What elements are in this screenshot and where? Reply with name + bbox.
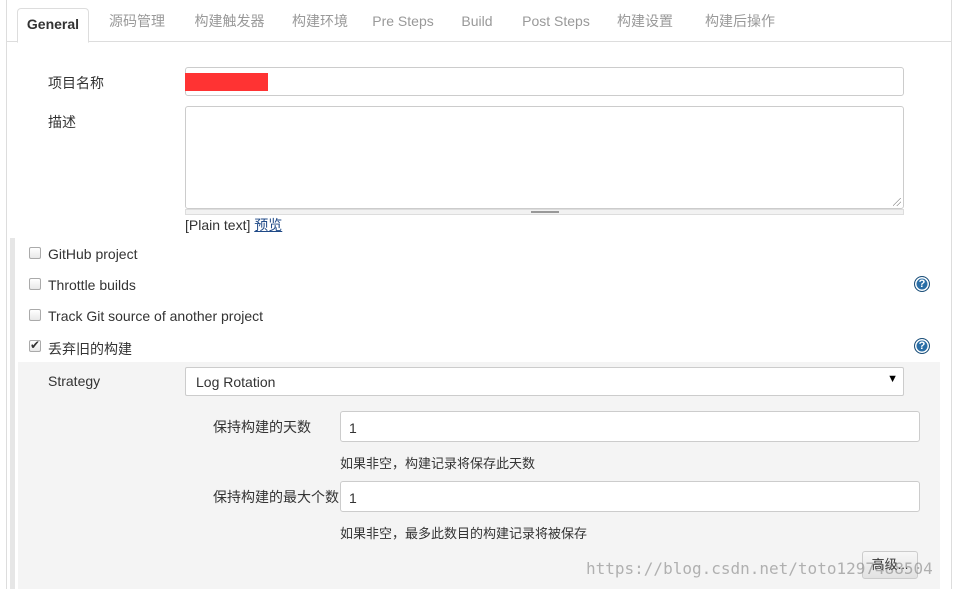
tab-bar: General 源码管理 构建触发器 构建环境 Pre Steps Build … <box>7 0 951 43</box>
help-icon[interactable]: ? <box>914 338 930 354</box>
github-project-label: GitHub project <box>48 246 138 262</box>
project-name-label: 项目名称 <box>48 75 104 91</box>
strategy-label: Strategy <box>48 373 101 389</box>
track-git-source-label: Track Git source of another project <box>48 308 264 324</box>
description-label: 描述 <box>48 114 76 130</box>
throttle-builds-label: Throttle builds <box>48 277 136 293</box>
track-git-source-checkbox[interactable] <box>29 309 41 321</box>
section-indent-bar <box>10 238 15 589</box>
help-icon[interactable]: ? <box>914 276 930 292</box>
discard-old-builds-label: 丢弃旧的构建 <box>48 341 132 357</box>
watermark-text: https://blog.csdn.net/toto1297488504 <box>586 559 933 578</box>
tab-build[interactable]: Build <box>453 8 501 34</box>
tab-general[interactable]: General <box>17 8 89 43</box>
days-to-keep-label: 保持构建的天数 <box>213 419 311 435</box>
strategy-selected-value: Log Rotation <box>196 374 276 390</box>
tab-post-build-actions[interactable]: 构建后操作 <box>695 8 785 34</box>
max-builds-value: 1 <box>349 490 357 506</box>
textarea-resize-grip[interactable] <box>185 209 904 215</box>
days-to-keep-input[interactable]: 1 <box>340 411 920 442</box>
max-builds-label: 保持构建的最大个数 <box>213 489 339 505</box>
preview-link[interactable]: 预览 <box>254 217 282 233</box>
plain-text-label: [Plain text] <box>185 217 251 233</box>
tab-build-settings[interactable]: 构建设置 <box>610 8 680 34</box>
github-project-checkbox[interactable] <box>29 247 41 259</box>
discard-old-builds-checkbox[interactable]: ✔ <box>29 338 41 352</box>
discard-settings-panel <box>18 362 940 589</box>
days-to-keep-hint: 如果非空，构建记录将保存此天数 <box>340 456 536 471</box>
checkmark-icon: ✔ <box>30 338 41 352</box>
max-builds-hint: 如果非空，最多此数目的构建记录将被保存 <box>340 526 588 541</box>
tab-pre-steps[interactable]: Pre Steps <box>367 8 439 34</box>
tab-build-environment[interactable]: 构建环境 <box>285 8 355 34</box>
throttle-builds-checkbox[interactable] <box>29 278 41 290</box>
days-to-keep-value: 1 <box>349 420 357 436</box>
resize-corner-icon[interactable] <box>893 198 901 206</box>
grip-handle-icon <box>531 211 559 213</box>
dropdown-arrow-icon: ▼ <box>887 373 898 385</box>
strategy-select[interactable]: Log Rotation ▼ <box>185 367 904 396</box>
description-textarea[interactable] <box>185 106 904 209</box>
tab-post-steps[interactable]: Post Steps <box>515 8 597 34</box>
description-format: [Plain text] 预览 <box>185 215 282 235</box>
tab-build-triggers[interactable]: 构建触发器 <box>187 8 272 34</box>
redaction-block <box>185 73 268 91</box>
max-builds-input[interactable]: 1 <box>340 481 920 512</box>
project-name-input[interactable] <box>185 67 904 96</box>
tab-scm[interactable]: 源码管理 <box>102 8 172 34</box>
